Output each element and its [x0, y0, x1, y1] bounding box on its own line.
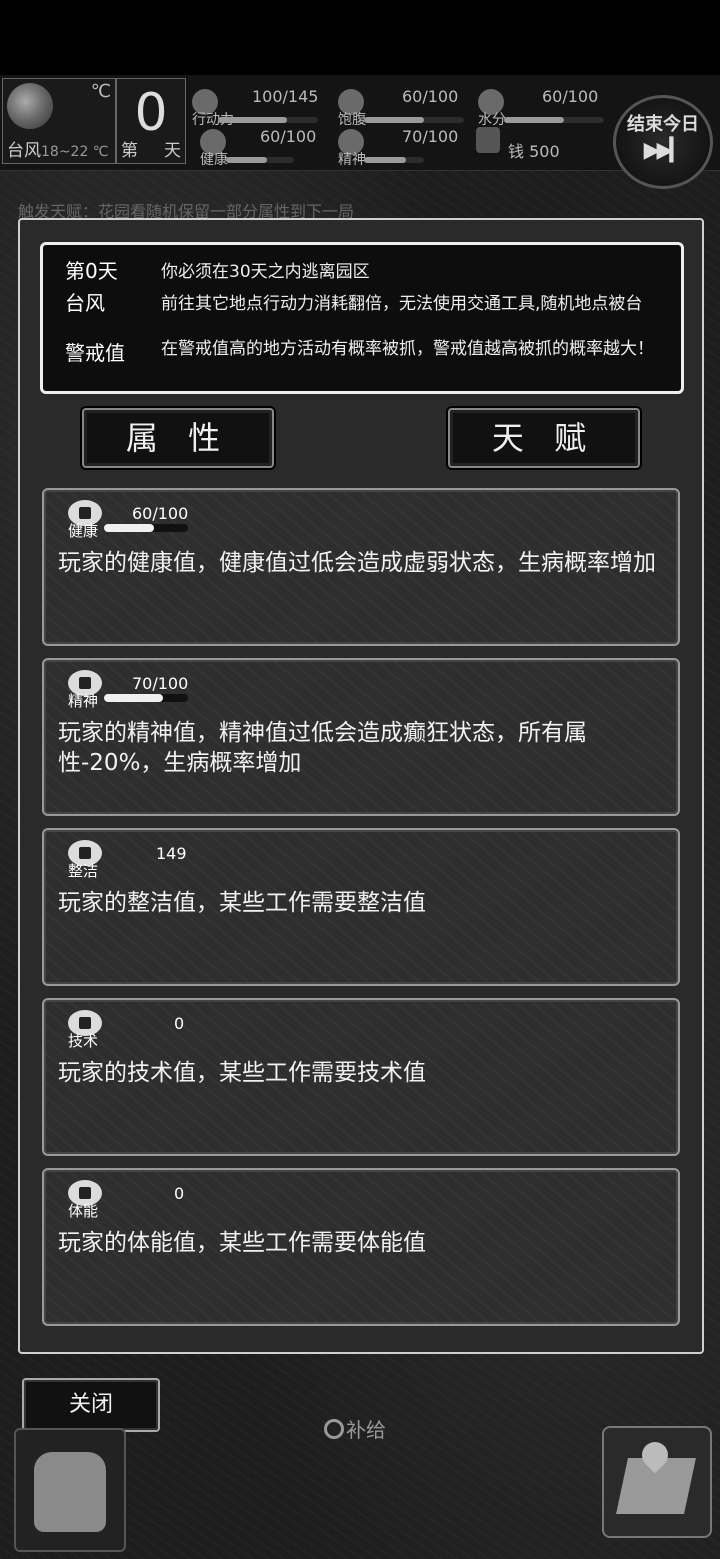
stat-bar: [364, 117, 464, 123]
weather-panel[interactable]: ℃ 台风18~22 ℃: [2, 78, 116, 164]
attribute-desc: 玩家的健康值，健康值过低会造成虚弱状态，生病概率增加: [58, 550, 656, 576]
attribute-name: 健康: [68, 522, 99, 540]
stat-stamina[interactable]: 行动力 100/145: [192, 87, 322, 128]
attribute-bar: [104, 694, 188, 702]
stat-bar-fill: [504, 117, 564, 123]
day-panel: 0 第 天: [116, 78, 186, 164]
info-panel: 第0天 你必须在30天之内逃离园区 台风 前往其它地点行动力消耗翻倍，无法使用交…: [40, 242, 684, 394]
day-key: 第0天: [65, 259, 118, 283]
attribute-bar-fill: [104, 694, 163, 702]
attribute-name: 体能: [68, 1202, 99, 1220]
weather-key: 台风: [65, 291, 105, 315]
stat-bar: [364, 157, 424, 163]
attribute-name: 精神: [68, 692, 99, 710]
stat-value: 60/100: [260, 127, 317, 146]
temp-range: 18~22 ℃: [41, 144, 109, 160]
money-icon: [476, 127, 500, 153]
attribute-desc: 玩家的体能值，某些工作需要体能值: [58, 1230, 426, 1256]
fast-forward-icon: ▶▶▎: [643, 138, 687, 163]
stat-bar-fill: [226, 157, 267, 163]
attribute-card-skill: 技术 0 玩家的技术值，某些工作需要技术值: [42, 998, 680, 1156]
attribute-value: 0: [174, 1184, 185, 1203]
status-bar-area: [0, 0, 720, 75]
attribute-desc: 玩家的技术值，某些工作需要技术值: [58, 1060, 426, 1086]
temp-unit: ℃: [90, 81, 111, 102]
map-button[interactable]: [602, 1426, 712, 1538]
close-button[interactable]: 关闭: [22, 1378, 160, 1432]
hud: ℃ 台风18~22 ℃ 0 第 天 行动力 100/145 饱腹 60/100 …: [0, 75, 720, 171]
attribute-card-health: 健康 60/100 玩家的健康值，健康值过低会造成虚弱状态，生病概率增加: [42, 488, 680, 646]
backpack-button[interactable]: [14, 1428, 126, 1552]
day-prefix: 第: [121, 141, 138, 161]
stat-name: 水分: [478, 112, 506, 128]
tab-talents[interactable]: 天 赋: [448, 408, 640, 468]
stat-satiety[interactable]: 饱腹 60/100: [338, 87, 468, 128]
stat-name: 健康: [200, 152, 228, 168]
backpack-icon: [34, 1452, 106, 1532]
stat-bar-fill: [364, 157, 406, 163]
alert-key: 警戒值: [65, 341, 125, 365]
stat-value: 70/100: [402, 127, 459, 146]
attribute-desc: 玩家的整洁值，某些工作需要整洁值: [58, 890, 426, 916]
attribute-card-spirit: 精神 70/100 玩家的精神值，精神值过低会造成癫狂状态，所有属性-20%，生…: [42, 658, 680, 816]
stat-health[interactable]: 健康 60/100: [200, 127, 330, 168]
attribute-bar-fill: [104, 524, 155, 532]
tab-attributes[interactable]: 属 性: [82, 408, 274, 468]
attribute-card-clean: 整洁 149 玩家的整洁值，某些工作需要整洁值: [42, 828, 680, 986]
stat-name: 精神: [338, 152, 366, 168]
money-value: 钱 500: [508, 142, 560, 161]
supply-toggle[interactable]: 补给: [324, 1414, 386, 1443]
stat-value: 60/100: [402, 87, 459, 106]
day-number: 0: [134, 83, 168, 143]
end-day-button[interactable]: 结束今日 ▶▶▎: [613, 95, 713, 189]
stat-bar-fill: [218, 117, 287, 123]
day-desc: 你必须在30天之内逃离园区: [161, 262, 370, 282]
attribute-desc: 玩家的精神值，精神值过低会造成癫狂状态，所有属性-20%，生病概率增加: [58, 720, 587, 776]
attributes-dialog: 第0天 你必须在30天之内逃离园区 台风 前往其它地点行动力消耗翻倍，无法使用交…: [18, 218, 704, 1354]
attribute-card-stamina: 体能 0 玩家的体能值，某些工作需要体能值: [42, 1168, 680, 1326]
day-suffix: 天: [164, 141, 181, 161]
day-label: 第 天: [121, 136, 181, 161]
stat-value: 100/145: [252, 87, 319, 106]
stat-bar: [226, 157, 294, 163]
stat-bar: [504, 117, 604, 123]
end-day-label: 结束今日: [627, 114, 699, 135]
stat-spirit[interactable]: 精神 70/100: [338, 127, 468, 168]
attribute-bar: [104, 524, 188, 532]
weather-desc: 前往其它地点行动力消耗翻倍，无法使用交通工具,随机地点被台: [161, 294, 643, 314]
attribute-value: 149: [156, 844, 187, 863]
supply-label: 补给: [346, 1418, 386, 1442]
stat-name: 饱腹: [338, 112, 366, 128]
alert-desc: 在警戒值高的地方活动有概率被抓，警戒值越高被抓的概率越大！: [161, 339, 654, 359]
weather-text: 台风18~22 ℃: [7, 136, 109, 161]
stat-bar: [218, 117, 318, 123]
stat-value: 60/100: [542, 87, 599, 106]
weather-name: 台风: [7, 141, 41, 161]
moon-icon: [7, 83, 53, 129]
stat-bar-fill: [364, 117, 424, 123]
attribute-name: 整洁: [68, 862, 99, 880]
attribute-value: 0: [174, 1014, 185, 1033]
radio-icon: [324, 1419, 344, 1439]
attribute-value: 70/100: [132, 674, 189, 693]
stat-water[interactable]: 水分 60/100: [478, 87, 608, 128]
attribute-name: 技术: [68, 1032, 99, 1050]
attribute-value: 60/100: [132, 504, 189, 523]
